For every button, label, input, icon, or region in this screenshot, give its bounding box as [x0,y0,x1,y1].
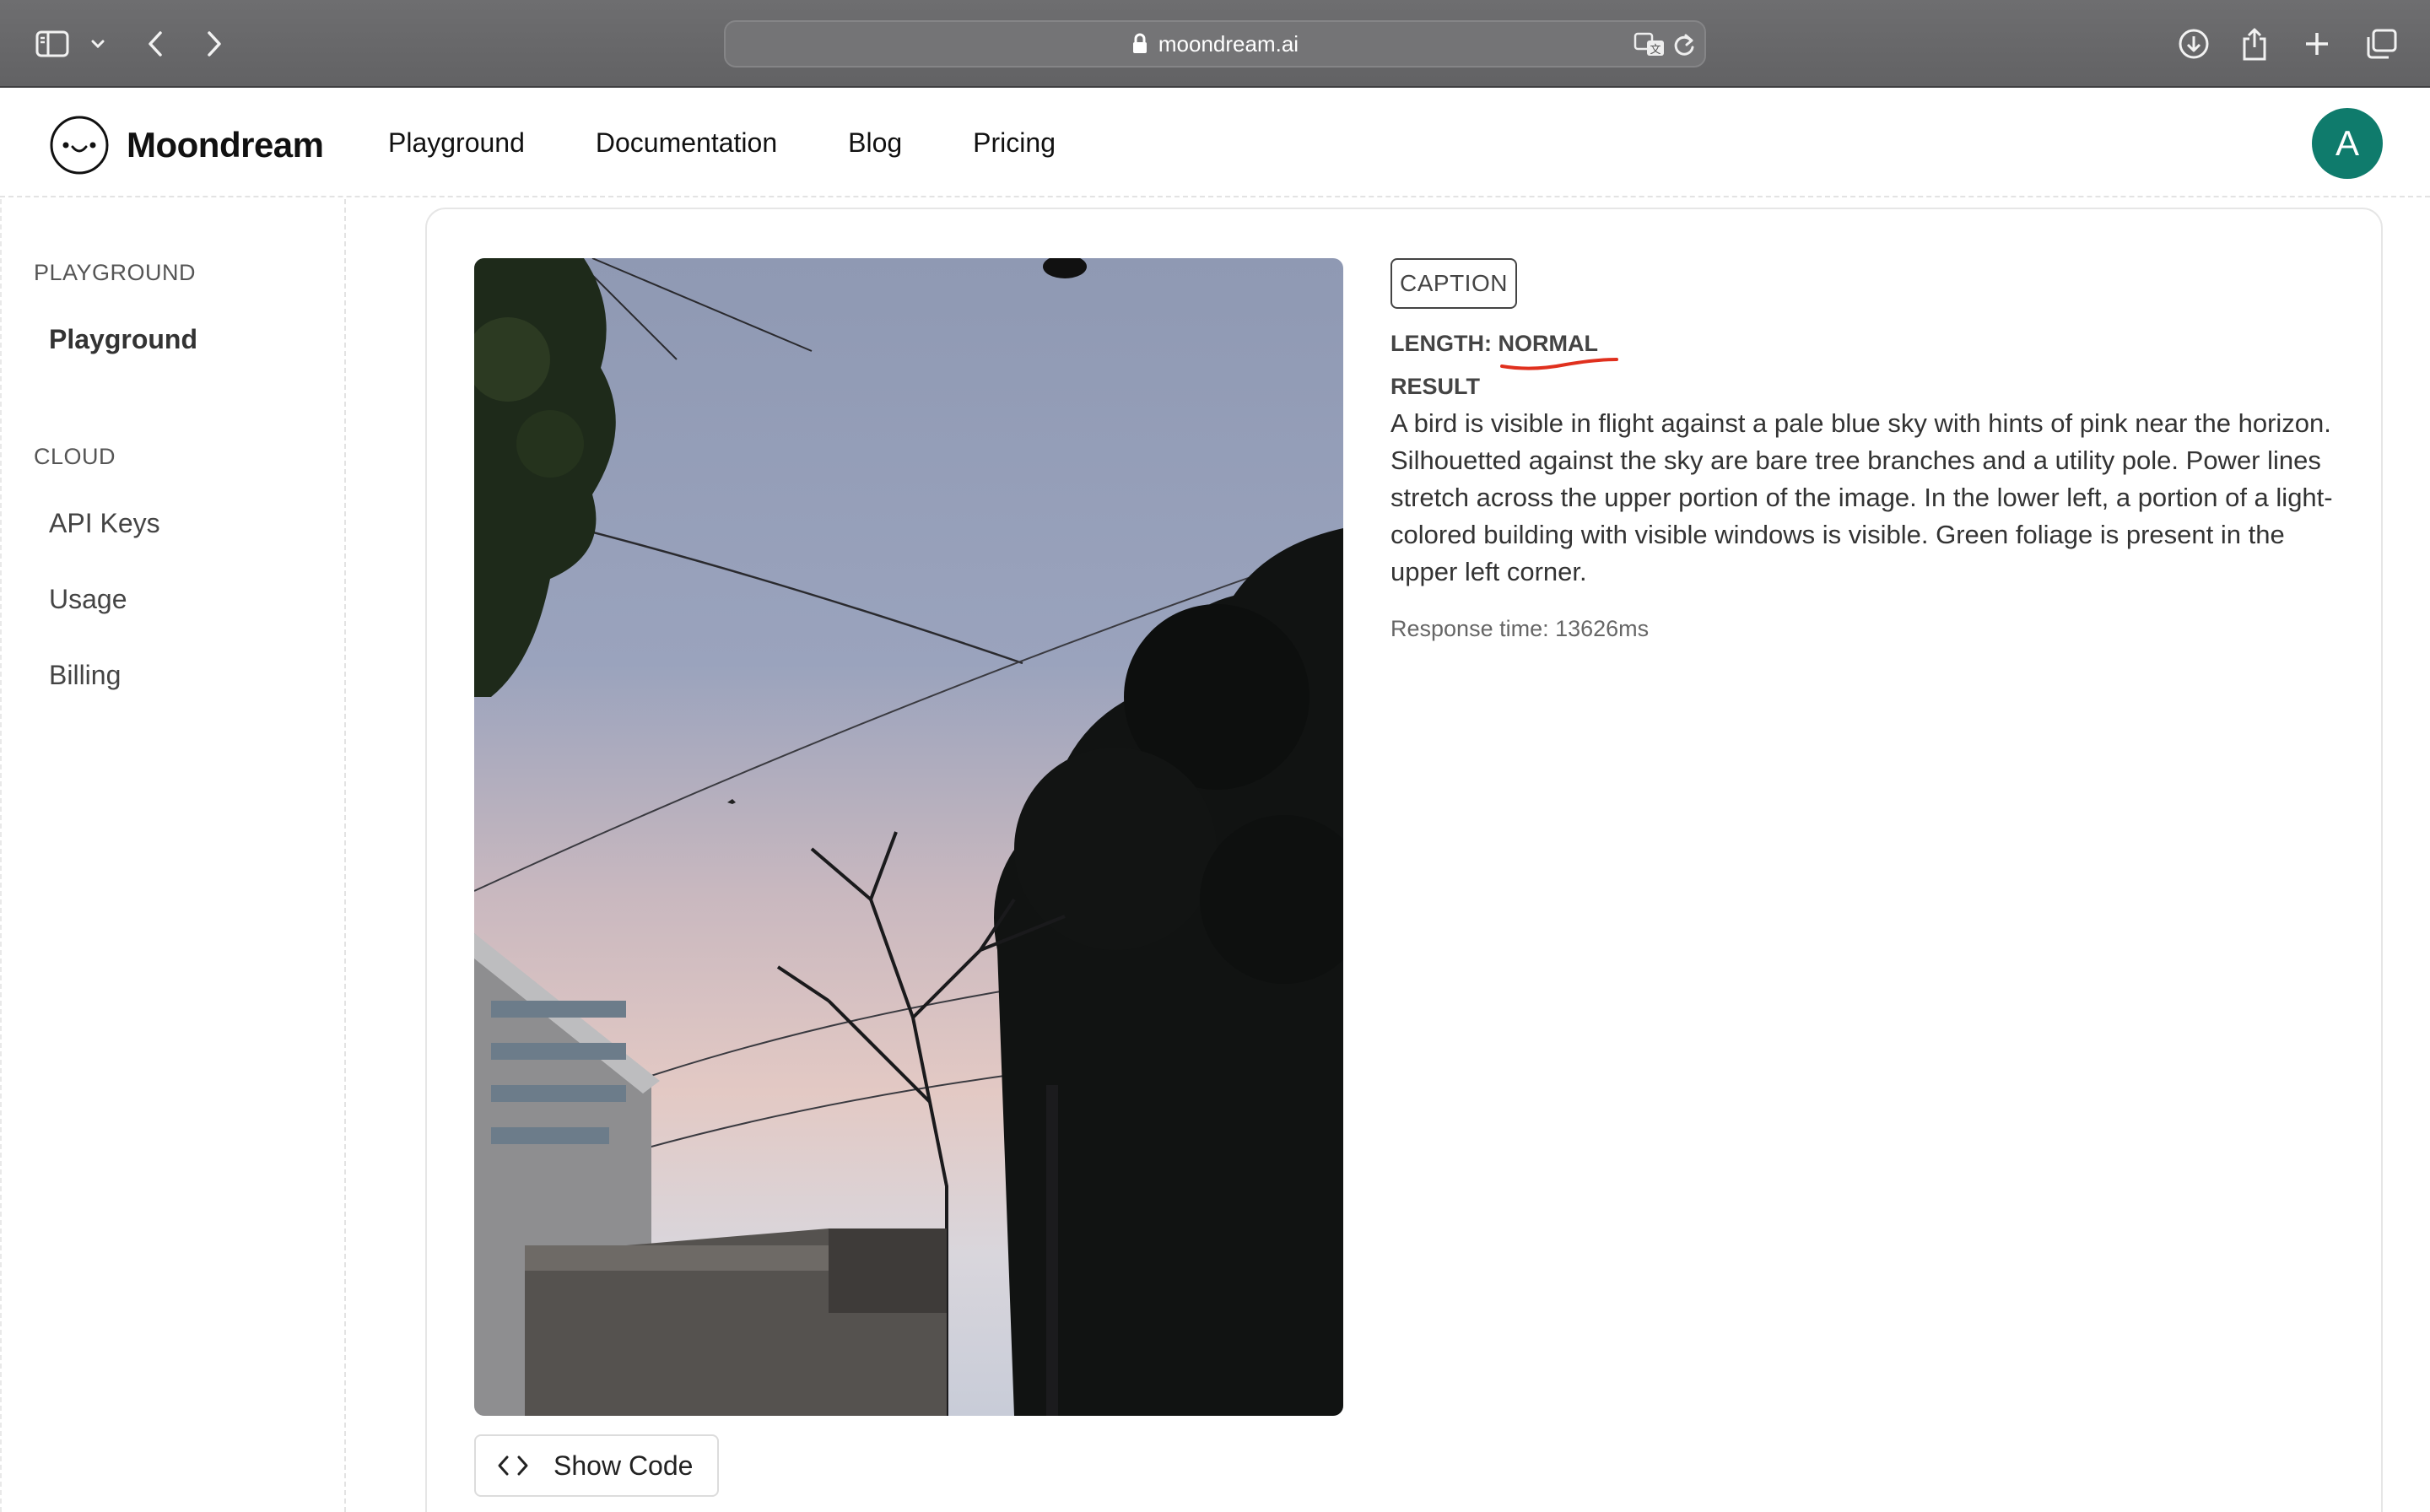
sidebar-section-playground: PLAYGROUND [34,260,197,285]
nav-pricing[interactable]: Pricing [973,123,1056,162]
nav-documentation[interactable]: Documentation [596,123,777,162]
share-icon[interactable] [2239,19,2270,69]
logo[interactable]: Moondream [49,115,324,176]
nav-blog[interactable]: Blog [848,123,902,162]
sidebar-section-cloud: CLOUD [34,444,116,469]
sidebar: PLAYGROUND Playground CLOUD API Keys Usa… [0,199,346,1512]
new-tab-icon[interactable] [2302,19,2332,69]
length-label: LENGTH: [1390,331,1492,356]
show-code-button[interactable]: Show Code [474,1434,719,1497]
nav-playground[interactable]: Playground [388,123,525,162]
browser-toolbar: moondream.ai 文 [0,0,2430,88]
brand-name: Moondream [127,125,324,165]
lock-icon [1131,33,1148,55]
code-icon [498,1455,528,1476]
avatar[interactable]: A [2312,108,2383,179]
forward-icon[interactable] [201,19,228,69]
url-text: moondream.ai [1158,30,1299,57]
red-underline-annotation [1500,358,1618,370]
download-icon[interactable] [2177,19,2211,69]
length-line: LENGTH: NORMAL [1390,331,2344,370]
task-tag: CAPTION [1390,258,1517,309]
sidebar-item-usage[interactable]: Usage [49,584,127,615]
reload-icon[interactable] [1672,32,1696,57]
result-panel: CAPTION LENGTH: NORMAL RESULT A bird is … [1390,258,2344,642]
sidebar-item-playground[interactable]: Playground [49,324,197,355]
chevron-down-icon[interactable] [88,19,108,69]
translate-icon[interactable]: 文 [1634,30,1667,57]
playground-card: Show Code CAPTION LENGTH: NORMAL RESULT … [425,208,2383,1512]
uploaded-image [474,258,1343,1416]
sidebar-item-billing[interactable]: Billing [49,660,121,691]
sidebar-toggle-icon[interactable] [32,19,73,69]
svg-text:文: 文 [1650,44,1660,57]
moondream-logo-icon [50,116,109,175]
tab-overview-icon[interactable] [2364,19,2398,69]
show-code-label: Show Code [554,1450,694,1481]
main-nav: Playground Documentation Blog Pricing [388,123,1126,162]
response-time: Response time: 13626ms [1390,616,1650,641]
sidebar-item-api-keys[interactable]: API Keys [49,508,160,539]
result-label: RESULT [1390,374,1480,399]
result-text: A bird is visible in flight against a pa… [1390,408,2333,586]
address-bar[interactable]: moondream.ai 文 [724,20,1706,68]
length-value: NORMAL [1498,331,1598,356]
back-icon[interactable] [142,19,169,69]
site-header: Moondream Playground Documentation Blog … [0,89,2430,197]
